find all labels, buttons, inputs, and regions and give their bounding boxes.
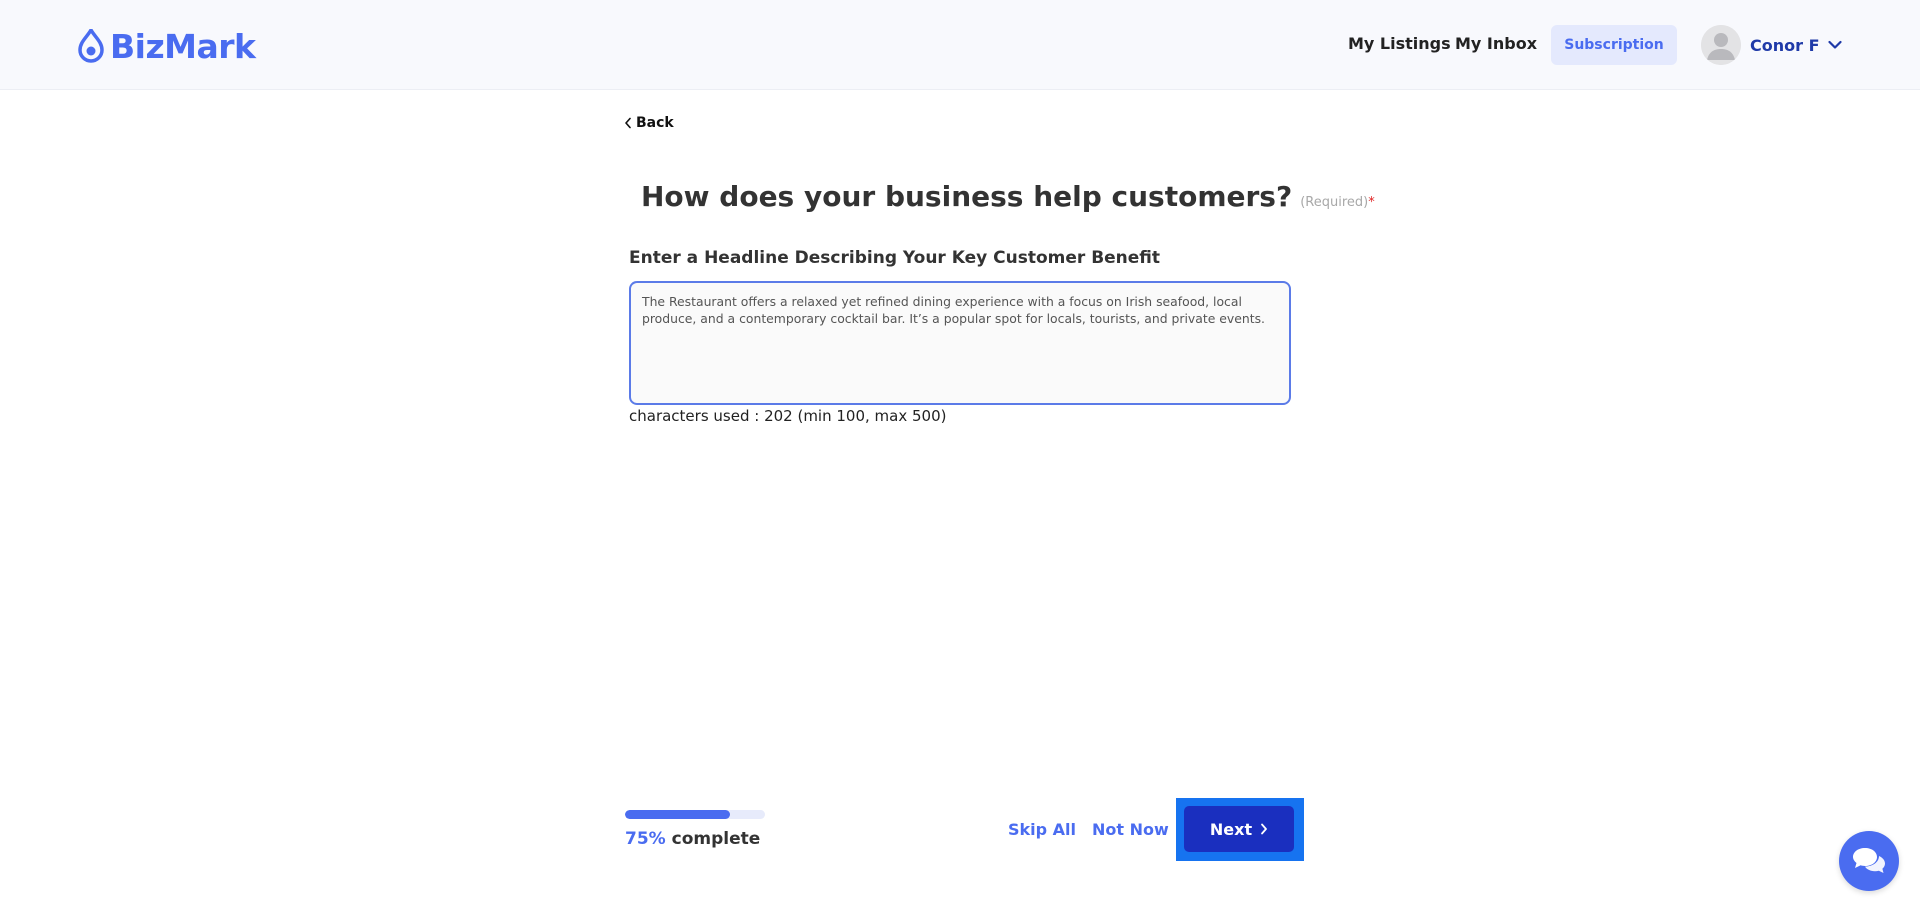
question-text: How does your business help customers? [641, 180, 1293, 213]
chevron-left-icon [625, 117, 631, 129]
progress-bar-fill [625, 810, 730, 819]
headline-textarea[interactable]: The Restaurant offers a relaxed yet refi… [629, 281, 1291, 405]
top-header: BizMark My Listings My Inbox Subscriptio… [0, 0, 1920, 90]
required-indicator: (Required)* [1300, 195, 1375, 210]
subscription-button[interactable]: Subscription [1551, 25, 1677, 65]
user-avatar-icon [1701, 25, 1741, 65]
character-count: characters used : 202 (min 100, max 500) [629, 407, 947, 425]
back-label: Back [636, 115, 674, 131]
logo-drop-icon [78, 29, 104, 63]
not-now-button[interactable]: Not Now [1092, 820, 1169, 839]
chevron-down-icon [1827, 40, 1842, 50]
progress-suffix: complete [671, 829, 761, 849]
progress-bar [625, 810, 765, 819]
next-label: Next [1209, 819, 1253, 839]
logo-text: BizMark [110, 26, 256, 66]
progress-text: 75% complete [625, 829, 760, 849]
chat-support-button[interactable] [1839, 831, 1899, 891]
nav-my-inbox[interactable]: My Inbox [1455, 34, 1537, 53]
bizmark-logo[interactable]: BizMark [78, 26, 256, 66]
nav-my-listings[interactable]: My Listings [1348, 34, 1451, 53]
headline-field-label: Enter a Headline Describing Your Key Cus… [629, 248, 1161, 268]
required-star: * [1368, 195, 1375, 210]
page-title: How does your business help customers? (… [641, 180, 1375, 213]
back-link[interactable]: Back [624, 115, 674, 131]
chat-bubbles-icon [1853, 848, 1885, 873]
user-menu[interactable]: Conor F [1701, 25, 1842, 65]
chevron-right-icon [1261, 823, 1268, 835]
skip-all-button[interactable]: Skip All [1008, 820, 1076, 839]
required-label: (Required) [1300, 195, 1369, 210]
next-button[interactable]: Next [1184, 806, 1294, 852]
progress-percent: 75% [625, 829, 666, 849]
user-name: Conor F [1750, 35, 1820, 55]
